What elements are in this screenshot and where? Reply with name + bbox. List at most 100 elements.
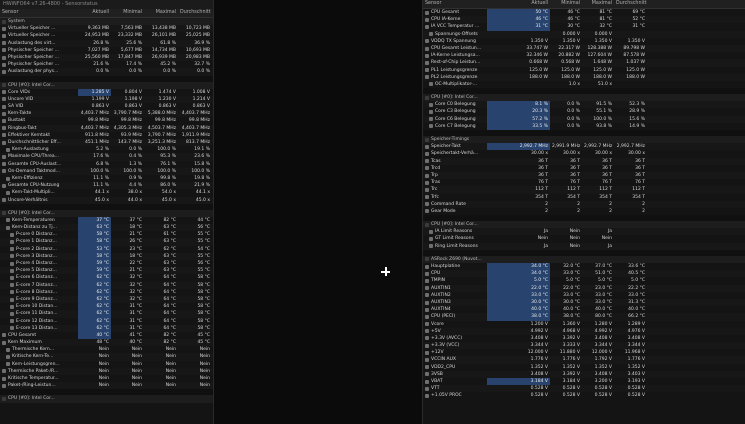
sensor-row[interactable]: Kern-Temperaturen 37 °C 37 °C 82 °C 44 °C [0,216,213,225]
sensor-row[interactable]: VTT 0.528 V 0.528 V 0.528 V 0.528 V [423,385,745,393]
sensor-row[interactable]: Effektiver Kerntakt 911.8 MHz 93.9 MHz 3,79… [0,132,213,139]
sensor-row[interactable]: E-core 9 Distanz... 62 °C 32 °C 64 °C 58 °C [0,295,213,304]
sensor-row[interactable]: Auslastung der phys... 0.0 % 0.0 % 0.0 % 0.0… [0,68,213,76]
sensor-row[interactable]: Uncore-Verhältnis 45.0 x 44.0 x 45.0 x 45.0 … [0,196,213,204]
col-header-sensor[interactable]: Sensor [0,9,78,17]
sensor-row[interactable]: Kern-Takte 4,403.7 MHz 3,790.7 MHz 5,388.0 … [0,110,213,118]
sensor-row[interactable]: VDD2_CPU 1.352 V 1.352 V 1.352 V 1.352 V [423,364,745,371]
sensor-group-header[interactable]: ASRock Z690 (Nuvot... [423,255,745,263]
sensor-row[interactable]: Vcore 1.200 V 1.360 V 1.280 V 1.289 V [423,321,745,328]
sensor-row[interactable]: E-core 8 Distanz... 62 °C 32 °C 64 °C 58 °C [0,288,213,296]
sensor-row[interactable]: Physischer Speicher ... 21.6 % 17.4 % 45.2 … [0,61,213,68]
sensor-row[interactable]: Core C3 Belegung 20.3 % 0.0 % 55.1 % 28.9 % [423,108,745,116]
sensor-row[interactable]: Maximale CPU/Threa... 17.6 % 0.4 % 95.3 % 23… [0,153,213,161]
sensor-row[interactable]: Kern Maximum 48 °C 40 °C 82 °C 45 °C [0,339,213,347]
sensor-row[interactable]: CPU 34.0 °C 33.0 °C 51.0 °C 40.5 °C [423,270,745,278]
sensor-row[interactable]: Trcd 36 T 36 T 36 T 36 T [423,165,745,172]
sensor-row[interactable]: VDDQ TX Spannung 1.350 V 1.350 V 1.350 V 1.3… [423,38,745,45]
sensor-row[interactable]: Kern-Effizienz 11.1 % 0.9 % 99.8 % 19.8 % [0,175,213,182]
sensor-row[interactable]: Durchschnittlicher Eff... 451.1 MHz 143.7 … [0,139,213,147]
sensor-row[interactable]: Core VIDs 1.285 V 0.804 V 1.474 V 1.008 V [0,88,213,96]
sensor-row[interactable]: Uncore VID 1.199 V 1.198 V 1.230 V 1.214 V [0,95,213,104]
sensor-row[interactable]: Paket-/Ring-Leistun... Nein Nein Nein Nein [0,382,213,390]
sensor-row[interactable]: CPU Gesamt 50 °C 46 °C 81 °C 69 °C [423,9,745,17]
sensor-row[interactable]: P-core 3 Distanz... 58 °C 18 °C 63 °C 55 °C [0,252,213,260]
sensor-row[interactable]: Physischer Speicher ... 7,027 MB 5,677 MB 1… [0,47,213,54]
sensor-row[interactable]: TMPIN 5.0 °C 5.0 °C 5.0 °C 5.0 °C [423,277,745,285]
sensor-row[interactable]: +12V 12.000 V 11.880 V 12.000 V 11.968 V [423,349,745,356]
sensor-group-header[interactable]: CPU [#0]: Intel Cor... [423,94,745,102]
sensor-row[interactable]: IA Limit Reasons Ja Nein Ja [423,228,745,236]
col-header-avg[interactable]: Durchschnitt [614,0,647,8]
sensor-row[interactable]: CPU IA-Kerne 46 °C 46 °C 81 °C 52 °C [423,16,745,24]
sensor-row[interactable]: On-Demand Taktmod... 100.0 % 100.0 % 100.0 … [0,167,213,175]
sensor-row[interactable]: +3.3V (AVCC) 3.408 V 3.392 V 3.408 V 3.408 V [423,335,745,342]
sensor-row[interactable]: IA-Kerne Leistungsa... 32.346 W 20.882 W 12… [423,52,745,59]
sensor-row[interactable]: Core C0 Belegung 8.1 % 0.0 % 91.5 % 52.3 % [423,101,745,109]
sensor-row[interactable]: Trp 36 T 36 T 36 T 36 T [423,171,745,180]
sensor-row[interactable]: Rest-of-Chip Leistun... 0.668 W 0.568 W 1.6… [423,59,745,67]
sensor-row[interactable]: Auslastung des virt... 26.8 % 25.6 % 61.8 %… [0,39,213,47]
sensor-row[interactable]: Virtueller Speicher ... 9,363 MB 7,563 MB 1… [0,25,213,33]
sensor-row[interactable]: Kritische Kern-Te... Nein Nein Nein Nein [0,353,213,361]
sensor-row[interactable]: AUXTIN2 33.0 °C 33.0 °C 33.0 °C 33.0 °C [423,291,745,299]
sensor-row[interactable]: Gesamte CPU-Auslast... 6.8 % 1.3 % 76.1 % 15… [0,161,213,168]
sensor-row[interactable]: Trc 112 T 112 T 112 T 112 T [423,186,745,194]
col-header-current[interactable]: Aktuell [78,9,111,17]
sensor-row[interactable]: Hauptplatine 34.0 °C 32.0 °C 37.0 °C 33.6 °C [423,263,745,271]
sensor-row[interactable]: PL1 Leistungsgrenze 125.0 W 125.0 W 125.0 W… [423,67,745,74]
sensor-row[interactable]: PL2 Leistungsgrenze 188.0 W 188.0 W 188.0 W… [423,73,745,81]
sensor-row[interactable]: +3.3V (VCC) 3.344 V 3.333 V 3.344 V 3.344 V [423,342,745,350]
col-header-avg[interactable]: Durchschnitt [178,9,212,17]
sensor-row[interactable]: Ringbus-Takt 4,403.7 MHz 4,305.3 MHz 4,503.… [0,124,213,132]
col-header-current[interactable]: Aktuell [487,0,550,8]
sensor-group-header[interactable]: CPU [#0]: Intel Cor... [0,81,213,89]
sensor-row[interactable]: Ring Limit Reasons Ja Nein Ja [423,242,745,250]
sensor-row[interactable]: AUXTIN4 40.0 °C 40.0 °C 40.0 °C 40.0 °C [423,306,745,314]
col-header-sensor[interactable]: Sensor [423,0,487,8]
sensor-row[interactable]: OC-Multiplikator-... 1.0 x 51.0 x [423,81,745,88]
sensor-row[interactable]: P-core 2 Distanz... 53 °C 23 °C 62 °C 54 °C [0,245,213,253]
sensor-row[interactable]: Tras 76 T 76 T 76 T 76 T [423,179,745,186]
sensor-row[interactable]: E-core 6 Distanz... 62 °C 32 °C 64 °C 58 °C [0,274,213,282]
sensor-group-header[interactable]: CPU [#0]: Intel Cor... [0,209,213,217]
sensor-row[interactable]: Kern-Leistungsgren... Nein Nein Nein Nein [0,361,213,368]
sensor-row[interactable]: E-core 10 Distan... 62 °C 31 °C 64 °C 58 °C [0,303,213,311]
sensor-row[interactable]: P-core 4 Distanz... 59 °C 22 °C 63 °C 56 °C [0,260,213,268]
sensor-group-header[interactable]: System [0,18,213,26]
sensor-row[interactable]: Spannungs-Offsets 0.000 V 0.000 V [423,30,745,38]
sensor-row[interactable]: Gear Mode 2 2 2 2 [423,208,745,215]
col-header-max[interactable]: Maximal [144,9,178,17]
sensor-row[interactable]: AUXTIN1 22.0 °C 22.0 °C 23.0 °C 22.2 °C [423,284,745,292]
sensor-row[interactable]: Physischer Speicher ... 25,560 MB 17,847 M… [0,53,213,62]
sensor-row[interactable]: Core C7 Belegung 33.5 % 0.0 % 93.8 % 14.9 % [423,122,745,130]
col-header-min[interactable]: Minimal [111,9,144,17]
sensor-row[interactable]: Kern-Auslastung 5.2 % 0.0 % 100.0 % 19.1 % [0,146,213,153]
col-header-max[interactable]: Maximal [582,0,614,8]
sensor-row[interactable]: Thermische Paket-/R... Nein Nein Nein Nein [0,367,213,375]
sensor-row[interactable]: Tcas 36 T 36 T 36 T 36 T [423,157,745,165]
sensor-row[interactable]: Kritische Temperatur... Nein Nein Nein Nein [0,375,213,382]
sensor-row[interactable]: Core C6 Belegung 57.2 % 0.0 % 100.0 % 15.6 % [423,115,745,123]
sensor-group-header[interactable]: CPU [#0]: Intel Cor... [423,221,745,229]
sensor-row[interactable]: Kern-Takt-Multipli... 44.1 x 38.0 x 54.0 x 4… [0,189,213,196]
sensor-group-header[interactable]: CPU [#0]: Intel Cor... [0,395,213,403]
sensor-row[interactable]: +5V 4.992 V 4.968 V 4.992 V 4.976 V [423,327,745,335]
sensor-row[interactable]: CPU (PECI) 38.0 °C 38.0 °C 80.0 °C 66.2 °C [423,313,745,321]
sensor-row[interactable]: IA VCC Temperatur ... 31 °C 30 °C 32 °C 31 °… [423,23,745,31]
sensor-row[interactable]: Speicher-Takt 2,992.7 MHz 2,991.9 MHz 2,992… [423,143,745,151]
sensor-row[interactable]: Trfc 354 T 354 T 354 T 354 T [423,194,745,201]
sensor-row[interactable]: CPU Gesamt 40 °C 41 °C 82 °C 45 °C [0,331,213,340]
sensor-row[interactable]: Command Rate 2 2 2 2 [423,200,745,208]
sensor-row[interactable]: E-core 11 Distan... 62 °C 31 °C 64 °C 58 °C [0,310,213,318]
sensor-row[interactable]: Virtueller Speicher ... 24,953 MB 23,332 M… [0,32,213,39]
sensor-row[interactable]: E-core 12 Distan... 62 °C 31 °C 64 °C 58 °C [0,317,213,325]
sensor-row[interactable]: Thermische Kern... Nein Nein Nein Nein [0,346,213,353]
sensor-row[interactable]: E-core 13 Distan... 62 °C 31 °C 64 °C 58 °C [0,324,213,332]
sensor-row[interactable]: P-core 5 Distanz... 59 °C 21 °C 63 °C 55 °C [0,267,213,275]
sensor-row[interactable]: VBAT 3.184 V 3.184 V 3.200 V 3.193 V [423,378,745,386]
sensor-row[interactable]: Kern-Distanz zu Tj... 63 °C 18 °C 63 °C 56 °… [0,224,213,232]
sensor-row[interactable]: P-core 1 Distanz... 58 °C 26 °C 63 °C 55 °C [0,238,213,246]
sensor-row[interactable]: E-core 7 Distanz... 62 °C 32 °C 64 °C 58 °C [0,281,213,289]
sensor-row[interactable]: Speichertakt-Verhä... 30.00 x 30.00 x 30.00… [423,150,745,157]
